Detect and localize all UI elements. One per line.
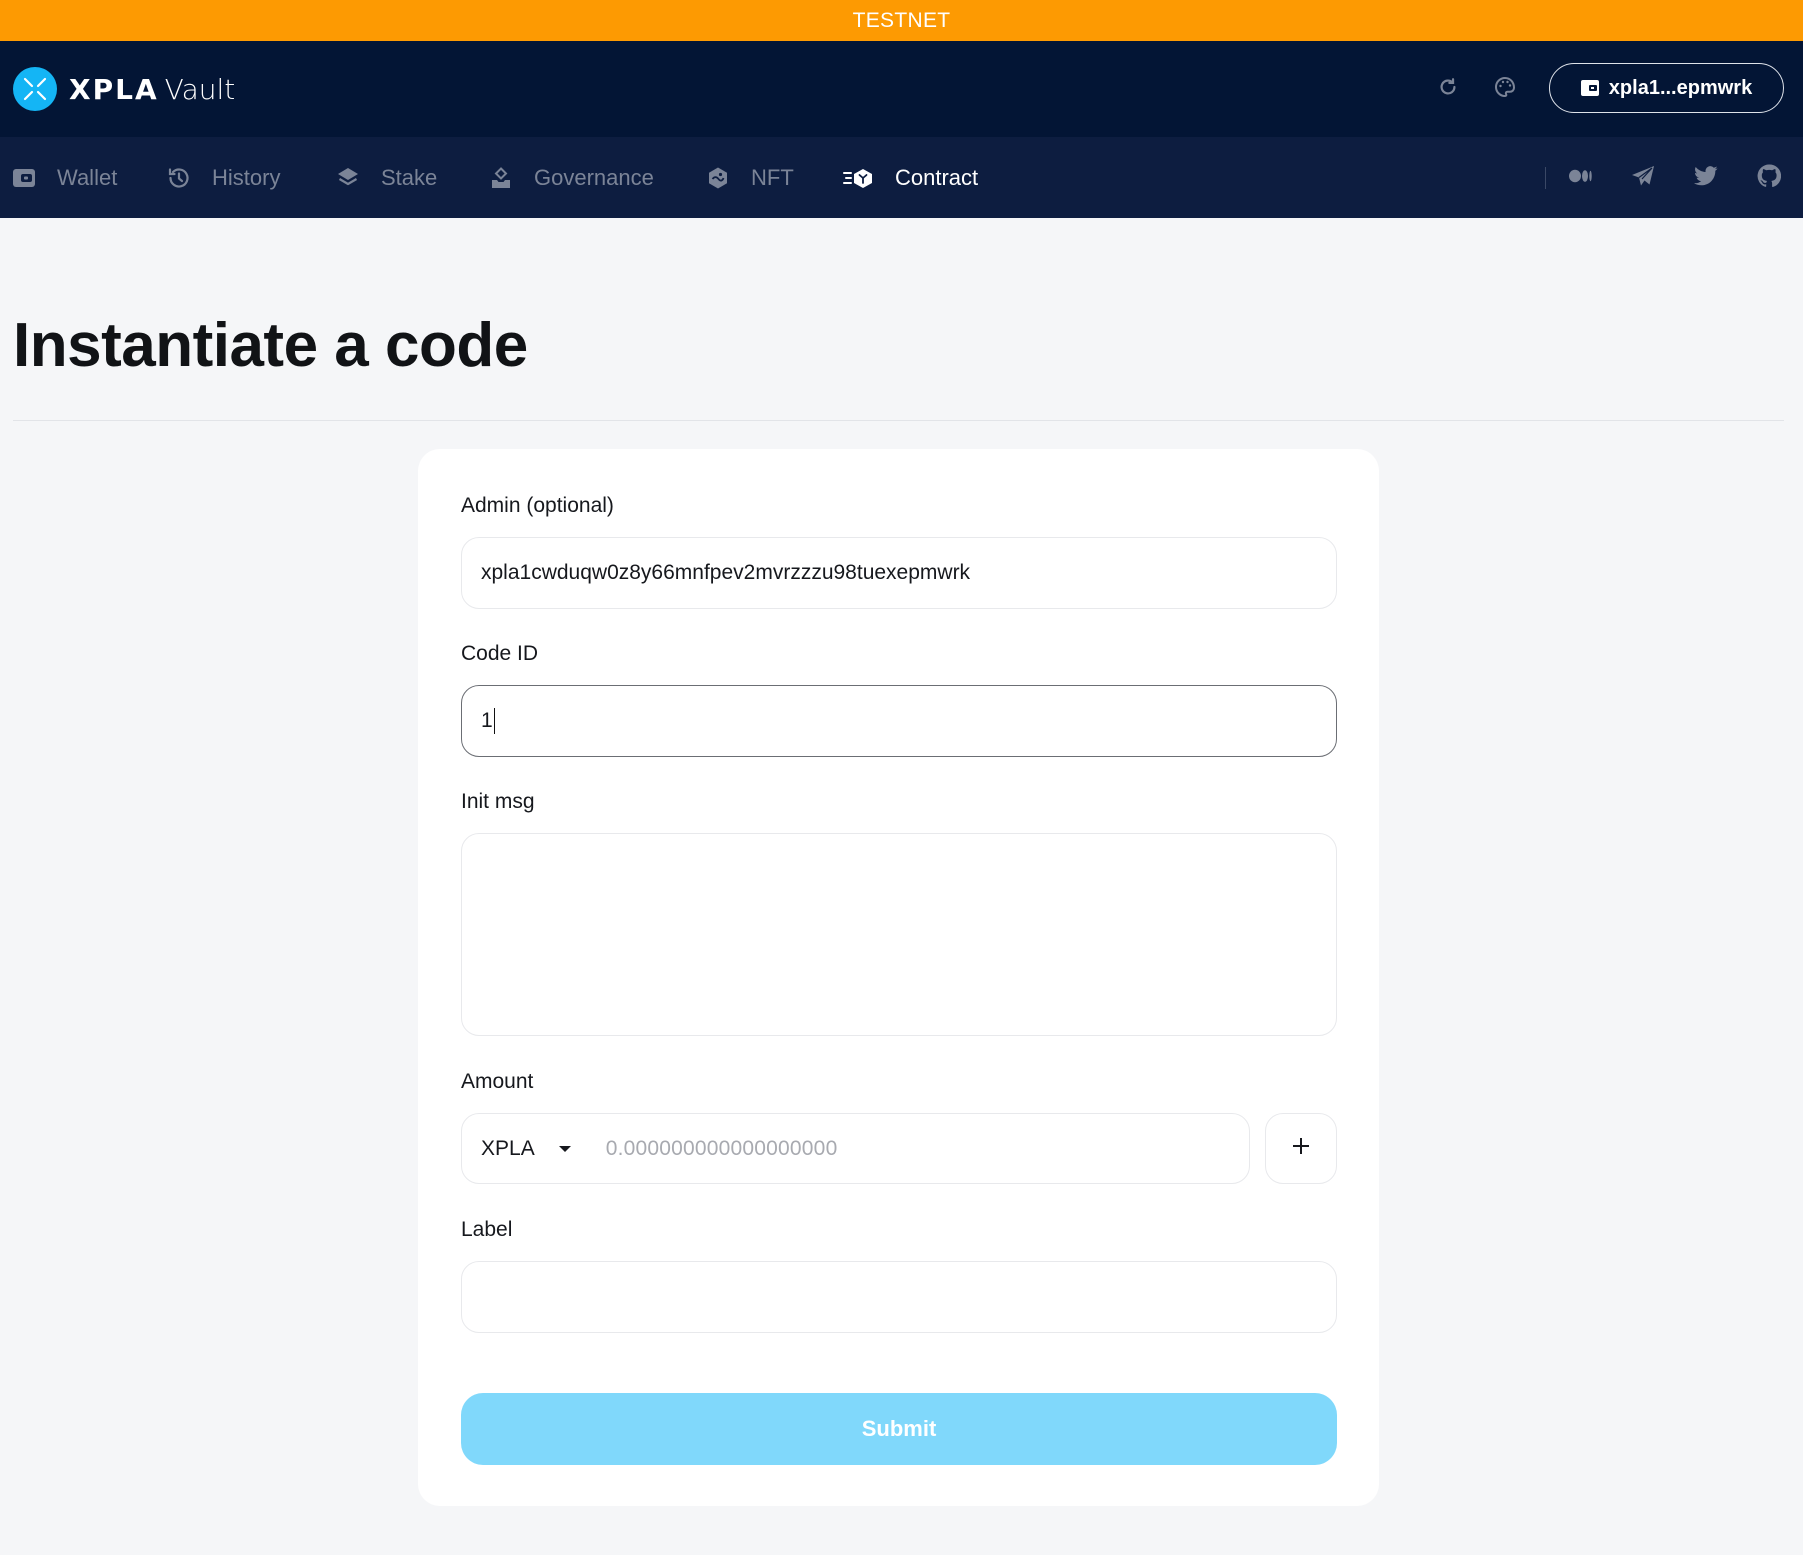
history-icon	[166, 165, 192, 191]
init-msg-label: Init msg	[461, 790, 535, 813]
layers-icon	[335, 165, 361, 191]
telegram-link[interactable]	[1628, 163, 1658, 193]
add-coin-button[interactable]	[1265, 1113, 1337, 1184]
github-icon	[1757, 163, 1782, 193]
nav-item-history[interactable]: History	[166, 137, 280, 218]
wallet-icon	[1580, 79, 1599, 97]
chevron-down-icon	[558, 1145, 571, 1152]
nav-label: Governance	[534, 164, 654, 190]
amount-label: Amount	[461, 1070, 534, 1093]
init-msg-textarea[interactable]	[461, 833, 1337, 1036]
denom-value: XPLA	[481, 1136, 535, 1160]
contract-icon	[843, 165, 875, 191]
nav-label: Stake	[381, 164, 438, 190]
refresh-button[interactable]	[1433, 74, 1463, 104]
nav-label: Wallet	[57, 164, 118, 190]
wallet-address: xpla1...epmwrk	[1608, 76, 1753, 99]
nav-item-contract[interactable]: Contract	[843, 137, 978, 218]
nav-item-governance[interactable]: Governance	[488, 137, 654, 218]
amount-input[interactable]: 0.000000000000000000	[606, 1137, 838, 1161]
admin-address-value: xpla1cwduqw0z8y66mnfpev2mvrzzzu98tuexepm…	[481, 561, 971, 584]
refresh-icon	[1437, 76, 1459, 103]
code-id-value: 1	[481, 709, 493, 732]
amount-field: XPLA 0.000000000000000000	[461, 1113, 1250, 1184]
ballot-icon	[488, 165, 514, 191]
plus-icon	[1292, 1137, 1310, 1160]
admin-address-input[interactable]: xpla1cwduqw0z8y66mnfpev2mvrzzzu98tuexepm…	[461, 537, 1337, 609]
text-caret	[493, 708, 496, 734]
page-title: Instantiate a code	[13, 311, 528, 380]
nav-item-wallet[interactable]: Wallet	[11, 137, 117, 218]
nav-separator	[1545, 167, 1546, 189]
network-label: TESTNET	[852, 8, 951, 32]
app-header: XPLA Vault xpla1...epmwrk	[0, 41, 1803, 137]
label-field-label: Label	[461, 1218, 513, 1241]
code-id-label: Code ID	[461, 642, 539, 665]
github-link[interactable]	[1754, 163, 1784, 193]
nav-label: History	[212, 164, 281, 190]
xpla-logo-icon	[13, 67, 57, 111]
testnet-banner: TESTNET	[0, 0, 1803, 41]
logo-product: Vault	[164, 72, 236, 106]
admin-label: Admin (optional)	[461, 494, 614, 517]
denom-select[interactable]: XPLA	[481, 1137, 571, 1161]
nav-item-nft[interactable]: NFT	[705, 137, 794, 218]
wallet-icon	[11, 165, 37, 191]
contract-label-input[interactable]	[461, 1261, 1337, 1333]
connected-wallet-button[interactable]: xpla1...epmwrk	[1549, 63, 1784, 113]
nft-icon	[705, 165, 731, 191]
title-divider	[13, 420, 1784, 421]
nav-label: NFT	[751, 164, 794, 190]
nav-item-stake[interactable]: Stake	[335, 137, 437, 218]
twitter-icon	[1694, 165, 1718, 191]
code-id-input[interactable]: 1	[461, 685, 1337, 757]
app-logo[interactable]: XPLA Vault	[13, 67, 235, 111]
medium-link[interactable]	[1566, 163, 1596, 193]
nav-label: Contract	[895, 164, 979, 190]
twitter-link[interactable]	[1691, 163, 1721, 193]
logo-brand: XPLA	[69, 72, 159, 106]
theme-button[interactable]	[1490, 74, 1520, 104]
palette-icon	[1493, 75, 1517, 104]
main-nav: Wallet History Stake Governance NFT Cont…	[0, 137, 1803, 218]
telegram-icon	[1631, 165, 1655, 192]
medium-icon	[1569, 169, 1593, 188]
submit-button[interactable]: Submit	[461, 1393, 1337, 1465]
